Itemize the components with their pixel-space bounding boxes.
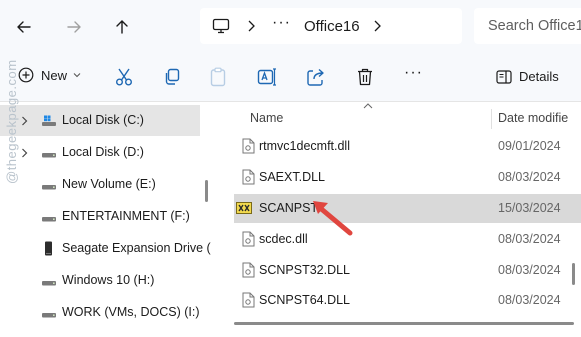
search-placeholder: Search Office16 bbox=[488, 18, 581, 34]
expand-chevron-icon[interactable] bbox=[21, 148, 28, 158]
file-list-horizontal-scrollbar[interactable] bbox=[234, 322, 574, 325]
file-row[interactable]: scdec.dll 08/03/2024 bbox=[234, 225, 581, 254]
drive-icon bbox=[42, 217, 56, 222]
share-button[interactable] bbox=[305, 66, 327, 88]
file-row[interactable]: SCNPST64.DLL 08/03/2024 bbox=[234, 286, 581, 315]
annotation-arrow-icon bbox=[313, 201, 353, 236]
file-date: 08/03/2024 bbox=[498, 263, 561, 277]
cut-icon bbox=[116, 68, 132, 86]
column-header-name[interactable]: Name bbox=[250, 111, 283, 125]
breadcrumb-overflow[interactable]: ··· bbox=[272, 14, 291, 32]
dll-file-icon bbox=[242, 262, 255, 278]
dll-file-icon bbox=[242, 231, 255, 247]
delete-button[interactable] bbox=[354, 66, 376, 88]
external-drive-icon bbox=[45, 241, 52, 256]
nav-item-work-i[interactable]: WORK (VMs, DOCS) (I:) bbox=[0, 297, 200, 328]
details-pane-icon bbox=[496, 69, 512, 84]
nav-item-windows-10-h[interactable]: Windows 10 (H:) bbox=[0, 265, 200, 296]
file-row-scanpst[interactable]: SCANPST 15/03/2024 bbox=[234, 194, 581, 223]
details-button[interactable]: Details bbox=[496, 69, 559, 84]
drive-icon bbox=[42, 313, 56, 318]
address-bar[interactable]: ··· Office16 bbox=[200, 8, 462, 44]
chevron-down-icon bbox=[73, 73, 81, 78]
search-box[interactable]: Search Office16 bbox=[474, 8, 581, 44]
nav-item-local-disk-c[interactable]: Local Disk (C:) bbox=[0, 105, 200, 136]
dll-file-icon bbox=[242, 169, 255, 185]
new-label: New bbox=[41, 67, 68, 83]
windows-drive-icon bbox=[42, 115, 56, 126]
dll-file-icon bbox=[242, 138, 255, 154]
more-options-button[interactable]: ··· bbox=[404, 64, 423, 82]
scanpst-app-icon bbox=[236, 202, 252, 214]
drive-icon bbox=[42, 153, 56, 158]
new-button[interactable]: New bbox=[18, 67, 81, 83]
details-label: Details bbox=[519, 69, 559, 84]
rename-icon bbox=[257, 68, 276, 86]
file-date: 08/03/2024 bbox=[498, 293, 561, 307]
delete-icon bbox=[358, 68, 372, 86]
file-name: SAEXT.DLL bbox=[259, 170, 326, 184]
nav-pane-scrollbar[interactable] bbox=[205, 180, 208, 202]
back-button[interactable] bbox=[11, 14, 37, 40]
nav-item-label: Local Disk (C:) bbox=[62, 113, 144, 127]
file-date: 08/03/2024 bbox=[498, 170, 561, 184]
share-icon bbox=[307, 68, 324, 86]
file-list: Name Date modifie rtmvc1decmft.dll 09/01… bbox=[212, 103, 581, 337]
navigation-pane: Local Disk (C:) Local Disk (D:) New Volu… bbox=[0, 103, 212, 337]
expand-chevron-icon[interactable] bbox=[21, 116, 28, 126]
breadcrumb-office16[interactable]: Office16 bbox=[304, 18, 360, 35]
command-bar: New ··· Details bbox=[0, 52, 581, 102]
column-header-date-modified[interactable]: Date modifie bbox=[498, 111, 568, 125]
forward-button[interactable] bbox=[61, 14, 87, 40]
paste-button[interactable] bbox=[207, 66, 229, 88]
file-row[interactable]: SCNPST32.DLL 08/03/2024 bbox=[234, 256, 581, 285]
nav-item-local-disk-d[interactable]: Local Disk (D:) bbox=[0, 137, 200, 168]
file-row[interactable]: rtmvc1decmft.dll 09/01/2024 bbox=[234, 132, 581, 161]
nav-item-label: New Volume (E:) bbox=[62, 177, 156, 191]
cut-button[interactable] bbox=[113, 66, 135, 88]
up-arrow-icon bbox=[116, 20, 128, 34]
paste-icon bbox=[210, 67, 226, 87]
file-name: SCNPST32.DLL bbox=[259, 263, 351, 277]
copy-icon bbox=[165, 68, 180, 85]
file-name: SCNPST64.DLL bbox=[259, 293, 351, 307]
back-arrow-icon bbox=[17, 21, 31, 33]
nav-item-label: WORK (VMs, DOCS) (I:) bbox=[62, 305, 200, 319]
plus-circle-icon bbox=[18, 67, 34, 83]
drive-icon bbox=[42, 185, 56, 190]
file-name: rtmvc1decmft.dll bbox=[259, 139, 350, 153]
file-date: 09/01/2024 bbox=[498, 139, 561, 153]
nav-item-seagate-expansion-drive[interactable]: Seagate Expansion Drive ( bbox=[0, 233, 211, 264]
rename-button[interactable] bbox=[256, 66, 278, 88]
forward-arrow-icon bbox=[67, 21, 81, 33]
file-row[interactable]: SAEXT.DLL 08/03/2024 bbox=[234, 163, 581, 192]
sort-ascending-icon bbox=[363, 103, 373, 109]
file-list-vertical-scrollbar[interactable] bbox=[572, 263, 575, 285]
dll-file-icon bbox=[242, 292, 255, 308]
drive-icon bbox=[42, 281, 56, 286]
this-pc-icon bbox=[212, 18, 230, 34]
column-divider[interactable] bbox=[491, 109, 492, 129]
breadcrumb-chevron-icon[interactable] bbox=[372, 19, 382, 33]
copy-button[interactable] bbox=[161, 66, 183, 88]
nav-item-entertainment-f[interactable]: ENTERTAINMENT (F:) bbox=[0, 201, 200, 232]
file-date: 08/03/2024 bbox=[498, 232, 561, 246]
nav-item-label: ENTERTAINMENT (F:) bbox=[62, 209, 190, 223]
up-button[interactable] bbox=[109, 14, 135, 40]
nav-item-label: Local Disk (D:) bbox=[62, 145, 144, 159]
file-name: scdec.dll bbox=[259, 232, 308, 246]
nav-item-new-volume-e[interactable]: New Volume (E:) bbox=[0, 169, 200, 200]
breadcrumb-chevron-icon[interactable] bbox=[246, 19, 256, 33]
nav-item-label: Seagate Expansion Drive ( bbox=[62, 241, 211, 255]
nav-item-label: Windows 10 (H:) bbox=[62, 273, 155, 287]
file-date: 15/03/2024 bbox=[498, 201, 561, 215]
watermark-text: @thegeekpage.com bbox=[4, 59, 19, 184]
address-row: ··· Office16 Search Office16 bbox=[0, 0, 581, 52]
